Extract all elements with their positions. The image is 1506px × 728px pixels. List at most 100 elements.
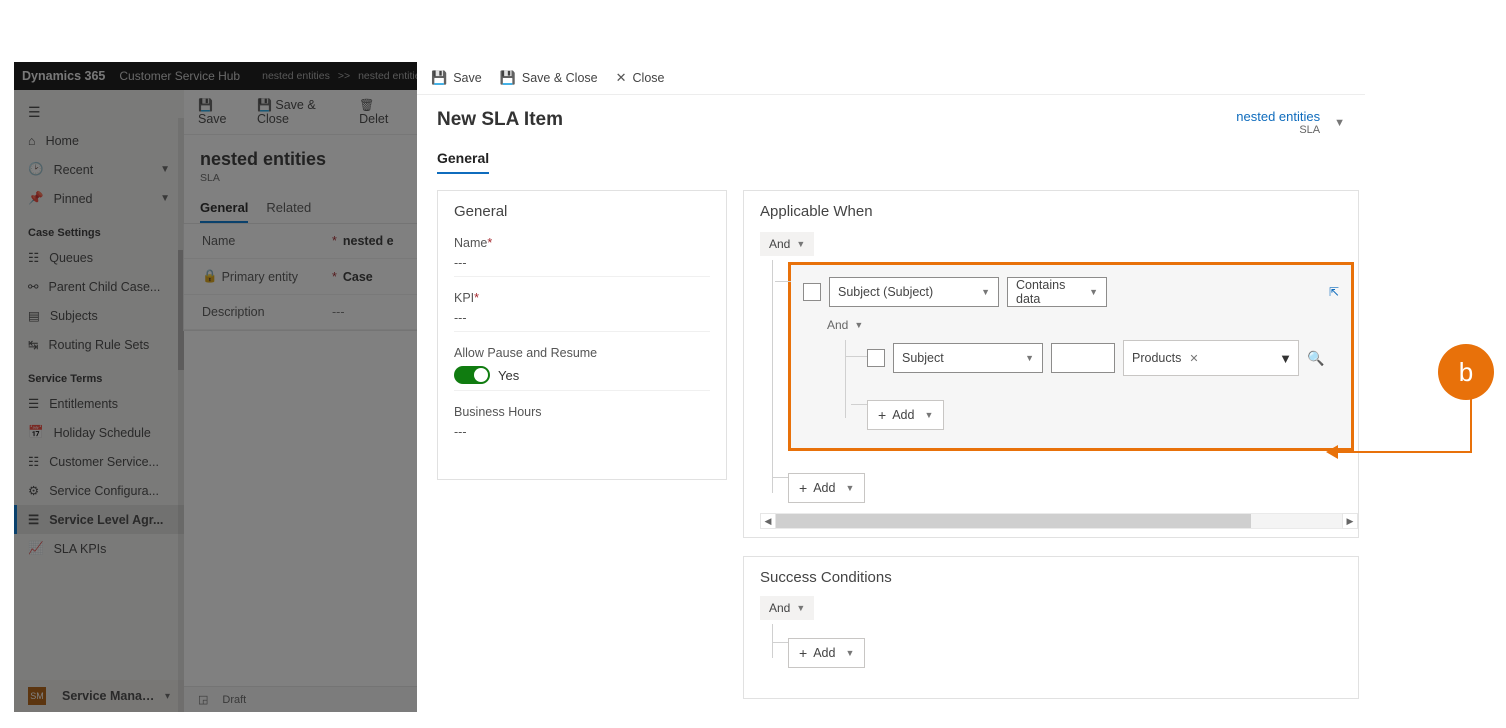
bg-field-primary-entity[interactable]: 🔒 Primary entity * Case bbox=[184, 259, 417, 295]
field-kpi[interactable]: KPI* --- bbox=[454, 291, 710, 332]
nav-scroll-thumb[interactable] bbox=[178, 250, 184, 370]
bg-app-name: Customer Service Hub bbox=[119, 69, 240, 83]
lookup-tag: Products ✕ bbox=[1130, 351, 1201, 365]
scroll-left-icon[interactable]: ◀ bbox=[760, 513, 776, 529]
nav-sla-label: Service Level Agr... bbox=[49, 513, 170, 527]
value-lookup[interactable]: Products ✕ ▼ bbox=[1123, 340, 1299, 376]
tab-general[interactable]: General bbox=[437, 150, 489, 174]
bg-tab-general[interactable]: General bbox=[200, 200, 248, 223]
field-selector[interactable]: Subject (Subject) ▼ bbox=[829, 277, 999, 307]
chevron-down-icon: ▼ bbox=[1089, 287, 1098, 297]
nav-item-queues[interactable]: ☷Queues bbox=[14, 243, 184, 272]
save-close-button[interactable]: 💾Save & Close bbox=[500, 70, 598, 86]
remove-tag-icon[interactable]: ✕ bbox=[1189, 352, 1198, 365]
chevron-down-icon: ▼ bbox=[924, 410, 933, 420]
save-icon: 💾 bbox=[198, 98, 213, 112]
saveclose-label: Save & Close bbox=[522, 71, 598, 85]
success-title: Success Conditions bbox=[760, 569, 1342, 586]
nav-item-cust-service[interactable]: ☷ Customer Service... bbox=[14, 447, 184, 476]
scroll-track[interactable] bbox=[776, 513, 1342, 529]
field-selector-2[interactable]: Subject ▼ bbox=[893, 343, 1043, 373]
nav-cfg-label: Service Configura... bbox=[49, 484, 170, 498]
nav-item-subjects[interactable]: ▤Subjects bbox=[14, 301, 184, 330]
field-name[interactable]: Name* --- bbox=[454, 236, 710, 277]
success-root-and[interactable]: And ▼ bbox=[760, 596, 814, 620]
scroll-thumb[interactable] bbox=[776, 514, 1251, 528]
nav-item-pinned[interactable]: 📌 Pinned ▼ bbox=[14, 184, 184, 213]
nav-item-entitlements[interactable]: ☰Entitlements bbox=[14, 389, 184, 418]
nav-item-parent-child[interactable]: ⚯ Parent Child Case... bbox=[14, 272, 184, 301]
condition-tree: Subject (Subject) ▼ Contains data ▼ ⇱ bbox=[764, 262, 1342, 503]
row-checkbox[interactable] bbox=[803, 283, 821, 301]
customer-service-icon: ☷ bbox=[28, 454, 39, 469]
pause-toggle-text: Yes bbox=[498, 368, 519, 383]
field-pause[interactable]: Allow Pause and Resume Yes bbox=[454, 346, 710, 391]
applicable-title: Applicable When bbox=[760, 203, 1342, 220]
root-and-operator[interactable]: And ▼ bbox=[760, 232, 814, 256]
expand-icon[interactable]: ◲ bbox=[198, 693, 208, 706]
nav-item-holiday[interactable]: 📅Holiday Schedule bbox=[14, 418, 184, 447]
row-checkbox[interactable] bbox=[867, 349, 885, 367]
bg-command-bar: 💾 Save 💾 Save & Close 🗑 Delet bbox=[184, 90, 417, 135]
toggle-switch-on[interactable] bbox=[454, 366, 490, 384]
operator-selector-2[interactable] bbox=[1051, 343, 1115, 373]
nav-section-service: Service Terms bbox=[14, 359, 184, 389]
chevron-down-icon: ▼ bbox=[854, 320, 863, 330]
scroll-right-icon[interactable]: ▶ bbox=[1342, 513, 1358, 529]
bg-field-pe-label: Primary entity bbox=[222, 270, 298, 284]
bg-left-nav: ☰ ⌂ Home 🕑 Recent ▼ 📌 Pinned ▼ Case Sett… bbox=[14, 90, 184, 712]
nav-parentchild-label: Parent Child Case... bbox=[48, 280, 170, 294]
nav-item-sla[interactable]: ☰Service Level Agr... bbox=[14, 505, 184, 534]
chevron-down-icon[interactable]: ▼ bbox=[1334, 117, 1345, 129]
highlighted-condition-group: Subject (Subject) ▼ Contains data ▼ ⇱ bbox=[788, 262, 1354, 451]
nav-item-recent[interactable]: 🕑 Recent ▼ bbox=[14, 155, 184, 184]
pause-toggle[interactable]: Yes bbox=[454, 360, 710, 384]
nav-item-home[interactable]: ⌂ Home bbox=[14, 127, 184, 155]
bg-delete-button[interactable]: 🗑 Delet bbox=[359, 98, 403, 126]
nav-cs-label: Customer Service... bbox=[49, 455, 170, 469]
bg-save-close-button[interactable]: 💾 Save & Close bbox=[257, 98, 343, 126]
save-button[interactable]: 💾Save bbox=[431, 70, 482, 86]
bg-breadcrumbs: nested entities >> nested entitie bbox=[262, 70, 417, 82]
area-switcher[interactable]: SM Service Managem... ▾ bbox=[14, 680, 184, 712]
add-condition-inner-button[interactable]: + Add ▼ bbox=[867, 400, 944, 430]
nav-item-service-config[interactable]: ⚙Service Configura... bbox=[14, 476, 184, 505]
nav-pinned-label: Pinned bbox=[54, 192, 151, 206]
nav-hol-label: Holiday Schedule bbox=[54, 426, 170, 440]
save-label: Save bbox=[453, 71, 482, 85]
general-card-title: General bbox=[454, 203, 710, 220]
search-icon[interactable]: 🔍 bbox=[1307, 350, 1324, 367]
bg-crumb-sep: >> bbox=[338, 70, 350, 82]
bg-footer-status: Draft bbox=[222, 694, 246, 706]
bg-field-name-label: Name bbox=[202, 234, 235, 248]
bg-field-description[interactable]: Description --- bbox=[184, 295, 417, 330]
nested-and-operator[interactable]: And ▼ bbox=[827, 318, 863, 332]
success-tree: + Add ▼ bbox=[764, 626, 1342, 668]
nav-item-routing[interactable]: ↹Routing Rule Sets bbox=[14, 330, 184, 359]
operator-selector[interactable]: Contains data ▼ bbox=[1007, 277, 1107, 307]
chevron-down-icon: ▼ bbox=[160, 164, 170, 175]
parent-child-icon: ⚯ bbox=[28, 279, 38, 294]
nav-item-sla-kpis[interactable]: 📈SLA KPIs bbox=[14, 534, 184, 563]
add-inner-label: Add bbox=[892, 408, 914, 422]
nav-scrollbar[interactable] bbox=[178, 118, 184, 712]
hamburger-icon[interactable]: ☰ bbox=[14, 98, 184, 127]
pin-icon: 📌 bbox=[28, 191, 44, 206]
bg-field-name-value: nested e bbox=[343, 234, 399, 248]
horizontal-scrollbar[interactable]: ◀ ▶ bbox=[760, 513, 1358, 529]
success-add-button[interactable]: + Add ▼ bbox=[788, 638, 865, 668]
fg-command-bar: 💾Save 💾Save & Close ✕Close bbox=[417, 62, 1365, 95]
add-condition-outer-button[interactable]: + Add ▼ bbox=[788, 473, 865, 503]
field-biz-label: Business Hours bbox=[454, 405, 710, 419]
bg-record-pane: 💾 Save 💾 Save & Close 🗑 Delet nested ent… bbox=[184, 90, 417, 712]
bg-save-button[interactable]: 💾 Save bbox=[198, 98, 241, 126]
bg-crumb-1: nested entities bbox=[262, 70, 330, 82]
field-business-hours[interactable]: Business Hours --- bbox=[454, 405, 710, 445]
required-indicator: * bbox=[487, 236, 492, 250]
header-ref[interactable]: nested entities SLA ▼ bbox=[1236, 109, 1345, 136]
bg-field-name[interactable]: Name * nested e bbox=[184, 224, 417, 259]
collapse-icon[interactable]: ⇱ bbox=[1329, 285, 1339, 299]
close-button[interactable]: ✕Close bbox=[616, 70, 665, 86]
bg-tab-related[interactable]: Related bbox=[266, 200, 311, 223]
condition-row-1: Subject (Subject) ▼ Contains data ▼ ⇱ bbox=[803, 277, 1339, 307]
